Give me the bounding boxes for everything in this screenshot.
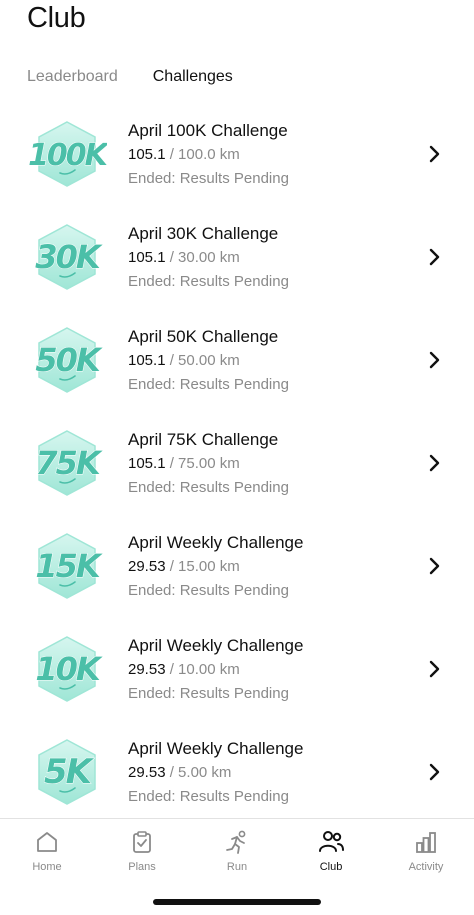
nav-label: Activity — [408, 861, 444, 873]
challenge-progress: 105.1 / 100.0 km — [128, 145, 418, 165]
badge-label: 50K — [35, 341, 103, 379]
tab-leaderboard[interactable]: Leaderboard — [27, 68, 118, 86]
challenge-row[interactable]: 5K April Weekly Challenge 29.53 / 5.00 k… — [0, 720, 474, 823]
hexagon-badge-icon: 75K — [35, 430, 105, 496]
nav-plans[interactable]: Plans — [107, 829, 177, 885]
challenge-title: April Weekly Challenge — [128, 533, 304, 552]
challenge-status: Ended: Results Pending — [128, 582, 289, 599]
challenge-badge: 50K — [27, 325, 107, 395]
progress-current: 29.53 — [128, 558, 166, 575]
challenge-title: April 75K Challenge — [128, 430, 279, 449]
chevron-right-icon — [429, 145, 440, 163]
challenge-row[interactable]: 30K April 30K Challenge 105.1 / 30.00 km… — [0, 205, 474, 308]
progress-current: 105.1 — [128, 249, 166, 266]
badge-label: 15K — [35, 547, 103, 585]
nav-run[interactable]: Run — [202, 829, 272, 885]
challenge-badge: 100K — [27, 119, 107, 189]
chevron-right-icon — [429, 763, 440, 781]
challenge-badge: 5K — [27, 737, 107, 807]
challenge-list: 100K April 100K Challenge 105.1 / 100.0 … — [0, 102, 474, 823]
challenge-title: April 30K Challenge — [128, 224, 279, 243]
tab-challenges[interactable]: Challenges — [153, 68, 233, 86]
progress-current: 29.53 — [128, 661, 166, 678]
challenge-title: April Weekly Challenge — [128, 739, 304, 758]
hexagon-badge-icon: 100K — [28, 121, 107, 187]
tab-bar: Leaderboard Challenges — [27, 68, 233, 86]
challenge-badge: 15K — [27, 531, 107, 601]
challenge-status: Ended: Results Pending — [128, 479, 289, 496]
progress-target: / 10.00 km — [169, 661, 240, 678]
challenge-status: Ended: Results Pending — [128, 170, 289, 187]
badge-label: 10K — [35, 650, 103, 688]
challenge-progress: 105.1 / 75.00 km — [128, 454, 418, 474]
chevron-right-icon — [429, 557, 440, 575]
progress-current: 105.1 — [128, 455, 166, 472]
progress-target: / 30.00 km — [169, 249, 240, 266]
progress-target: / 50.00 km — [169, 352, 240, 369]
challenge-status: Ended: Results Pending — [128, 685, 289, 702]
badge-label: 5K — [44, 752, 95, 792]
challenge-row[interactable]: 100K April 100K Challenge 105.1 / 100.0 … — [0, 102, 474, 205]
challenge-progress: 105.1 / 50.00 km — [128, 351, 418, 371]
progress-target: / 5.00 km — [169, 764, 232, 781]
challenge-progress: 29.53 / 10.00 km — [128, 660, 418, 680]
hexagon-badge-icon: 15K — [35, 533, 105, 599]
challenge-title: April 50K Challenge — [128, 327, 279, 346]
chevron-right-icon — [429, 454, 440, 472]
badge-label: 75K — [35, 444, 103, 482]
nav-club[interactable]: Club — [296, 829, 366, 885]
hexagon-badge-icon: 10K — [35, 636, 105, 702]
badge-label: 100K — [28, 138, 107, 173]
challenge-row[interactable]: 75K April 75K Challenge 105.1 / 75.00 km… — [0, 411, 474, 514]
hexagon-badge-icon: 30K — [35, 224, 105, 290]
challenge-progress: 29.53 / 5.00 km — [128, 763, 418, 783]
nav-activity[interactable]: Activity — [391, 829, 461, 885]
challenge-status: Ended: Results Pending — [128, 273, 289, 290]
chevron-right-icon — [429, 248, 440, 266]
nav-label: Club — [319, 861, 343, 873]
home-icon — [37, 832, 57, 852]
page-title: Club — [27, 2, 86, 34]
progress-target: / 100.0 km — [169, 146, 240, 163]
challenge-status: Ended: Results Pending — [128, 788, 289, 805]
progress-current: 105.1 — [128, 146, 166, 163]
badge-label: 30K — [35, 238, 103, 276]
bottom-nav: Home Plans Run Club Activity — [0, 818, 474, 915]
challenge-badge: 75K — [27, 428, 107, 498]
nav-label: Home — [32, 861, 62, 873]
plans-icon — [133, 831, 151, 853]
hexagon-badge-icon: 50K — [35, 327, 105, 393]
hexagon-badge-icon: 5K — [38, 739, 97, 805]
chevron-right-icon — [429, 351, 440, 369]
challenge-row[interactable]: 50K April 50K Challenge 105.1 / 50.00 km… — [0, 308, 474, 411]
nav-label: Run — [226, 861, 248, 873]
home-indicator — [153, 899, 321, 905]
challenge-progress: 105.1 / 30.00 km — [128, 248, 418, 268]
challenge-status: Ended: Results Pending — [128, 376, 289, 393]
nav-label: Plans — [128, 861, 156, 873]
challenge-badge: 10K — [27, 634, 107, 704]
challenge-badge: 30K — [27, 222, 107, 292]
challenge-progress: 29.53 / 15.00 km — [128, 557, 418, 577]
activity-icon — [416, 832, 436, 853]
challenge-row[interactable]: 15K April Weekly Challenge 29.53 / 15.00… — [0, 514, 474, 617]
challenge-title: April 100K Challenge — [128, 121, 288, 140]
club-icon — [319, 831, 344, 852]
chevron-right-icon — [429, 660, 440, 678]
progress-target: / 75.00 km — [169, 455, 240, 472]
challenge-row[interactable]: 10K April Weekly Challenge 29.53 / 10.00… — [0, 617, 474, 720]
progress-current: 29.53 — [128, 764, 166, 781]
nav-home[interactable]: Home — [12, 829, 82, 885]
run-icon — [226, 830, 246, 854]
challenge-title: April Weekly Challenge — [128, 636, 304, 655]
progress-current: 105.1 — [128, 352, 166, 369]
progress-target: / 15.00 km — [169, 558, 240, 575]
